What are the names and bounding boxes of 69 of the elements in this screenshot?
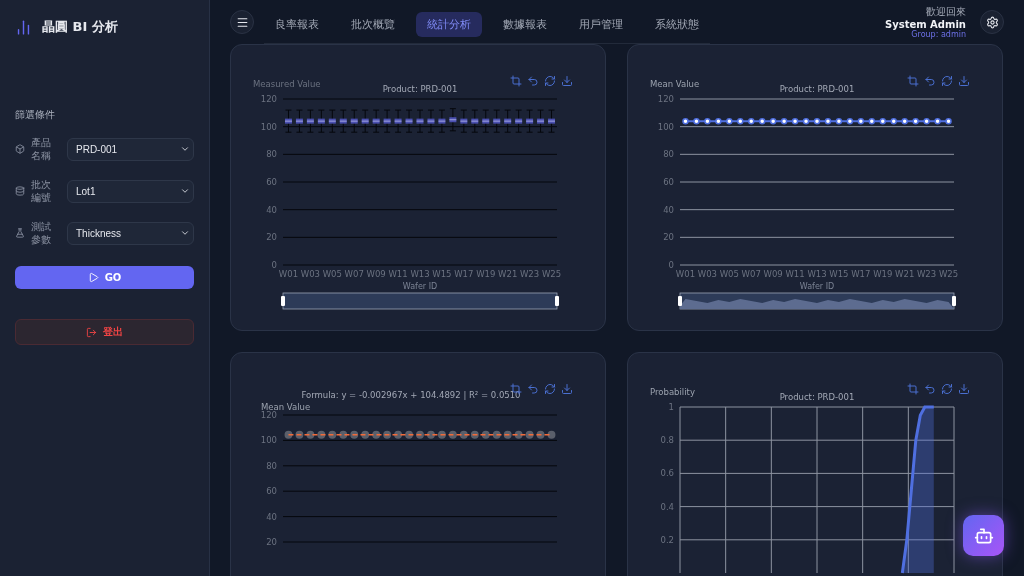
axis-title: Mean Value <box>261 402 311 412</box>
axis-label: W01 <box>675 269 696 279</box>
axis-label: W09 <box>763 269 783 279</box>
axis-label: W11 <box>388 269 408 279</box>
axis-label: 1 <box>668 402 674 412</box>
chart-title: Formula: y = -0.002967x + 104.4892 | R² = 0.0510 <box>301 390 521 400</box>
axis-title: Mean Value <box>650 79 700 89</box>
axis-label: 80 <box>266 149 277 160</box>
axis-label: W13 <box>807 269 827 279</box>
axis-label: W15 <box>432 269 452 279</box>
axis-label: 0.8 <box>660 435 674 446</box>
axis-label: W15 <box>829 269 849 279</box>
filter-label: 測試參數 <box>31 220 52 246</box>
axis-label: 0.6 <box>660 468 674 479</box>
axis-label: 60 <box>266 177 277 187</box>
axis-label: W07 <box>741 269 761 279</box>
axis-label: W09 <box>366 269 386 279</box>
axis-label: 100 <box>260 435 277 446</box>
chart-title: Product: PRD-001 <box>779 84 855 94</box>
axis-label: W03 <box>697 269 717 279</box>
axis-label: 120 <box>260 410 277 420</box>
axis-title: Measured Value <box>253 79 321 89</box>
axis-label: 0.4 <box>660 501 674 512</box>
axis-title: Probability <box>650 387 695 397</box>
axis-label: W13 <box>410 269 430 279</box>
axis-label: W19 <box>476 269 496 279</box>
user-group: Group: admin <box>911 30 966 39</box>
axis-label: W23 <box>520 269 540 279</box>
axis-label: 80 <box>266 460 277 471</box>
axis-title: Wafer ID <box>402 282 438 291</box>
axis-label: W21 <box>498 269 518 279</box>
axis-title: Wafer ID <box>799 282 835 291</box>
axis-label: W05 <box>719 269 739 279</box>
axis-label: W07 <box>344 269 364 279</box>
chart-title: Product: PRD-001 <box>779 392 855 402</box>
axis-label: W19 <box>873 269 893 279</box>
app-title: 晶圓 BI 分析 <box>42 18 118 36</box>
axis-label: 20 <box>266 232 277 243</box>
axis-label: 0 <box>668 260 674 270</box>
axis-label: W25 <box>938 269 959 279</box>
axis-label: 20 <box>663 232 674 243</box>
axis-label: 60 <box>266 486 277 497</box>
axis-label: W17 <box>851 269 871 279</box>
axis-label: 120 <box>657 94 674 104</box>
axis-label: W17 <box>454 269 474 279</box>
axis-label: 0.2 <box>660 534 674 545</box>
axis-label: W05 <box>322 269 342 279</box>
axis-label: W23 <box>917 269 937 279</box>
axis-label: 40 <box>266 511 277 522</box>
filter-label: 產品名稱 <box>31 136 52 162</box>
axis-label: W25 <box>541 269 562 279</box>
axis-label: W11 <box>785 269 805 279</box>
filter-title: 篩選條件 <box>15 108 56 122</box>
axis-label: 40 <box>266 204 277 215</box>
axis-label: 120 <box>260 94 277 104</box>
axis-label: W03 <box>300 269 320 279</box>
axis-label: 20 <box>266 537 277 547</box>
user-name: System Admin <box>885 19 966 30</box>
axis-label: 0 <box>271 260 277 270</box>
axis-label: 60 <box>663 177 674 187</box>
axis-label: 100 <box>657 121 674 132</box>
axis-label: 80 <box>663 149 674 160</box>
axis-label: W21 <box>895 269 915 279</box>
filter-label: 批次編號 <box>31 178 52 204</box>
chart-title: Product: PRD-001 <box>382 84 458 94</box>
greeting: 歡迎回來 <box>926 5 966 19</box>
axis-label: 40 <box>663 204 674 215</box>
axis-label: 100 <box>260 121 277 132</box>
axis-label: W01 <box>278 269 299 279</box>
